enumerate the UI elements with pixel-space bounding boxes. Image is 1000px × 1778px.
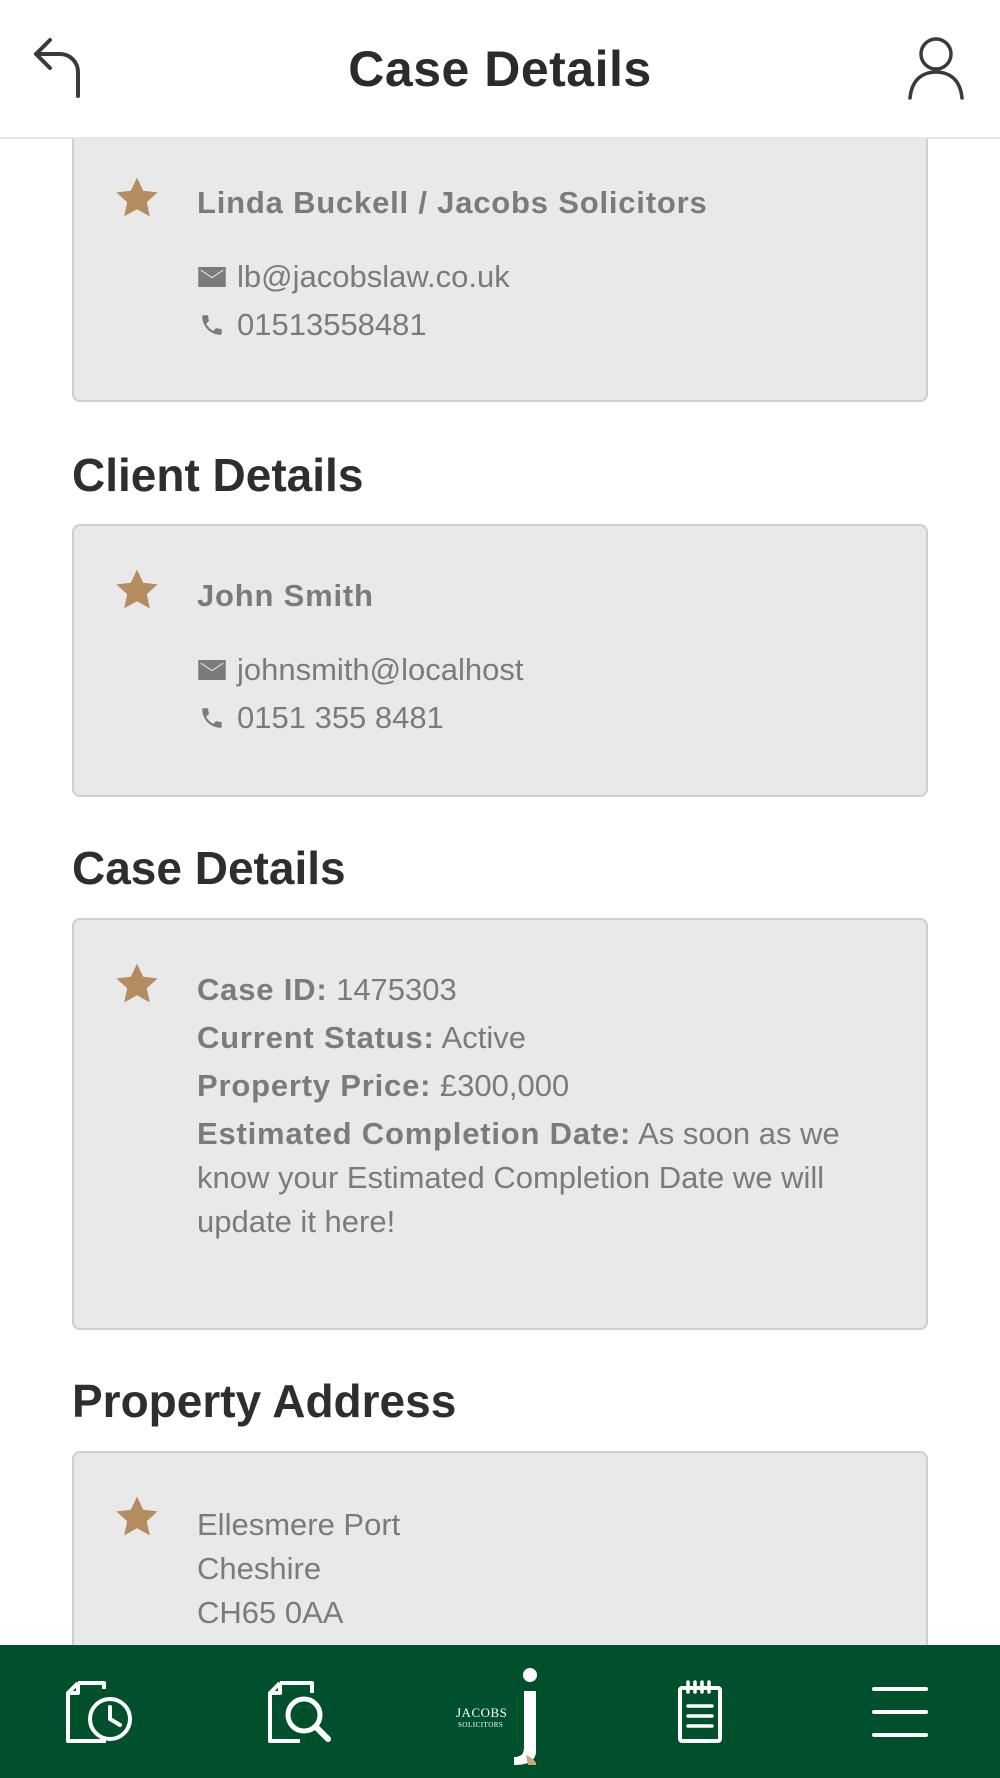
status-line: Current Status: Active bbox=[197, 1016, 856, 1060]
client-email[interactable]: johnsmith@localhost bbox=[237, 652, 524, 688]
logo-text-jacobs: JACOBS bbox=[456, 1704, 508, 1720]
jacobs-logo-icon: JACOBS SOLICITORS bbox=[450, 1657, 550, 1767]
case-id-label: Case ID: bbox=[197, 972, 328, 1007]
case-details-title: Case Details bbox=[72, 842, 346, 894]
solicitor-email-row[interactable]: lb@jacobslaw.co.uk bbox=[197, 259, 510, 295]
address-card: Ellesmere Port Cheshire CH65 0AA bbox=[72, 1451, 928, 1645]
client-name: John Smith bbox=[197, 578, 374, 613]
notepad-icon bbox=[678, 1679, 722, 1743]
logo-text-solicitors: SOLICITORS bbox=[458, 1720, 504, 1729]
tab-search-documents[interactable] bbox=[200, 1645, 400, 1778]
property-address-title: Property Address bbox=[72, 1375, 457, 1427]
phone-icon bbox=[202, 708, 222, 728]
price-line: Property Price: £300,000 bbox=[197, 1064, 856, 1108]
mail-icon bbox=[198, 267, 226, 287]
app-header: Case Details bbox=[0, 0, 1000, 139]
status-value: Active bbox=[441, 1020, 526, 1055]
client-phone[interactable]: 0151 355 8481 bbox=[237, 700, 444, 736]
solicitor-email[interactable]: lb@jacobslaw.co.uk bbox=[237, 259, 510, 295]
address-line-1: Ellesmere Port bbox=[197, 1507, 401, 1542]
price-label: Property Price: bbox=[197, 1068, 432, 1103]
star-icon bbox=[116, 177, 158, 217]
search-document-icon bbox=[268, 1680, 331, 1743]
menu-icon bbox=[872, 1686, 928, 1737]
case-id-line: Case ID: 1475303 bbox=[197, 968, 856, 1012]
completion-line: Estimated Completion Date: As soon as we… bbox=[197, 1112, 856, 1244]
status-label: Current Status: bbox=[197, 1020, 435, 1055]
case-card: Case ID: 1475303 Current Status: Active … bbox=[72, 918, 928, 1330]
solicitor-phone[interactable]: 01513558481 bbox=[237, 307, 427, 343]
client-email-row[interactable]: johnsmith@localhost bbox=[197, 652, 524, 688]
star-icon bbox=[116, 963, 158, 1003]
completion-label: Estimated Completion Date: bbox=[197, 1116, 632, 1151]
address-line-3: CH65 0AA bbox=[197, 1595, 344, 1630]
case-id-value: 1475303 bbox=[336, 972, 457, 1007]
tab-menu[interactable] bbox=[800, 1645, 1000, 1778]
star-icon bbox=[116, 1496, 158, 1536]
solicitor-phone-row[interactable]: 01513558481 bbox=[197, 307, 427, 343]
star-icon bbox=[116, 569, 158, 609]
client-details-title: Client Details bbox=[72, 449, 364, 501]
solicitor-name: Linda Buckell / Jacobs Solicitors bbox=[197, 185, 708, 220]
address-line-2: Cheshire bbox=[197, 1551, 322, 1586]
phone-icon bbox=[202, 315, 222, 335]
content-area: Linda Buckell / Jacobs Solicitors lb@jac… bbox=[0, 0, 1000, 1645]
client-phone-row[interactable]: 0151 355 8481 bbox=[197, 700, 444, 736]
logo-j-glyph bbox=[514, 1667, 537, 1765]
tab-case-history[interactable] bbox=[0, 1645, 200, 1778]
mail-icon bbox=[198, 660, 226, 680]
bottom-tab-bar: JACOBS SOLICITORS bbox=[0, 1645, 1000, 1778]
case-history-icon bbox=[66, 1680, 132, 1743]
user-icon[interactable] bbox=[906, 34, 966, 100]
solicitor-card: Linda Buckell / Jacobs Solicitors lb@jac… bbox=[72, 120, 928, 402]
tab-home-logo[interactable]: JACOBS SOLICITORS bbox=[400, 1645, 600, 1778]
page-title: Case Details bbox=[348, 41, 652, 97]
tab-notes[interactable] bbox=[600, 1645, 800, 1778]
price-value: £300,000 bbox=[439, 1068, 570, 1103]
client-card: John Smith johnsmith@localhost 0151 355 … bbox=[72, 524, 928, 797]
